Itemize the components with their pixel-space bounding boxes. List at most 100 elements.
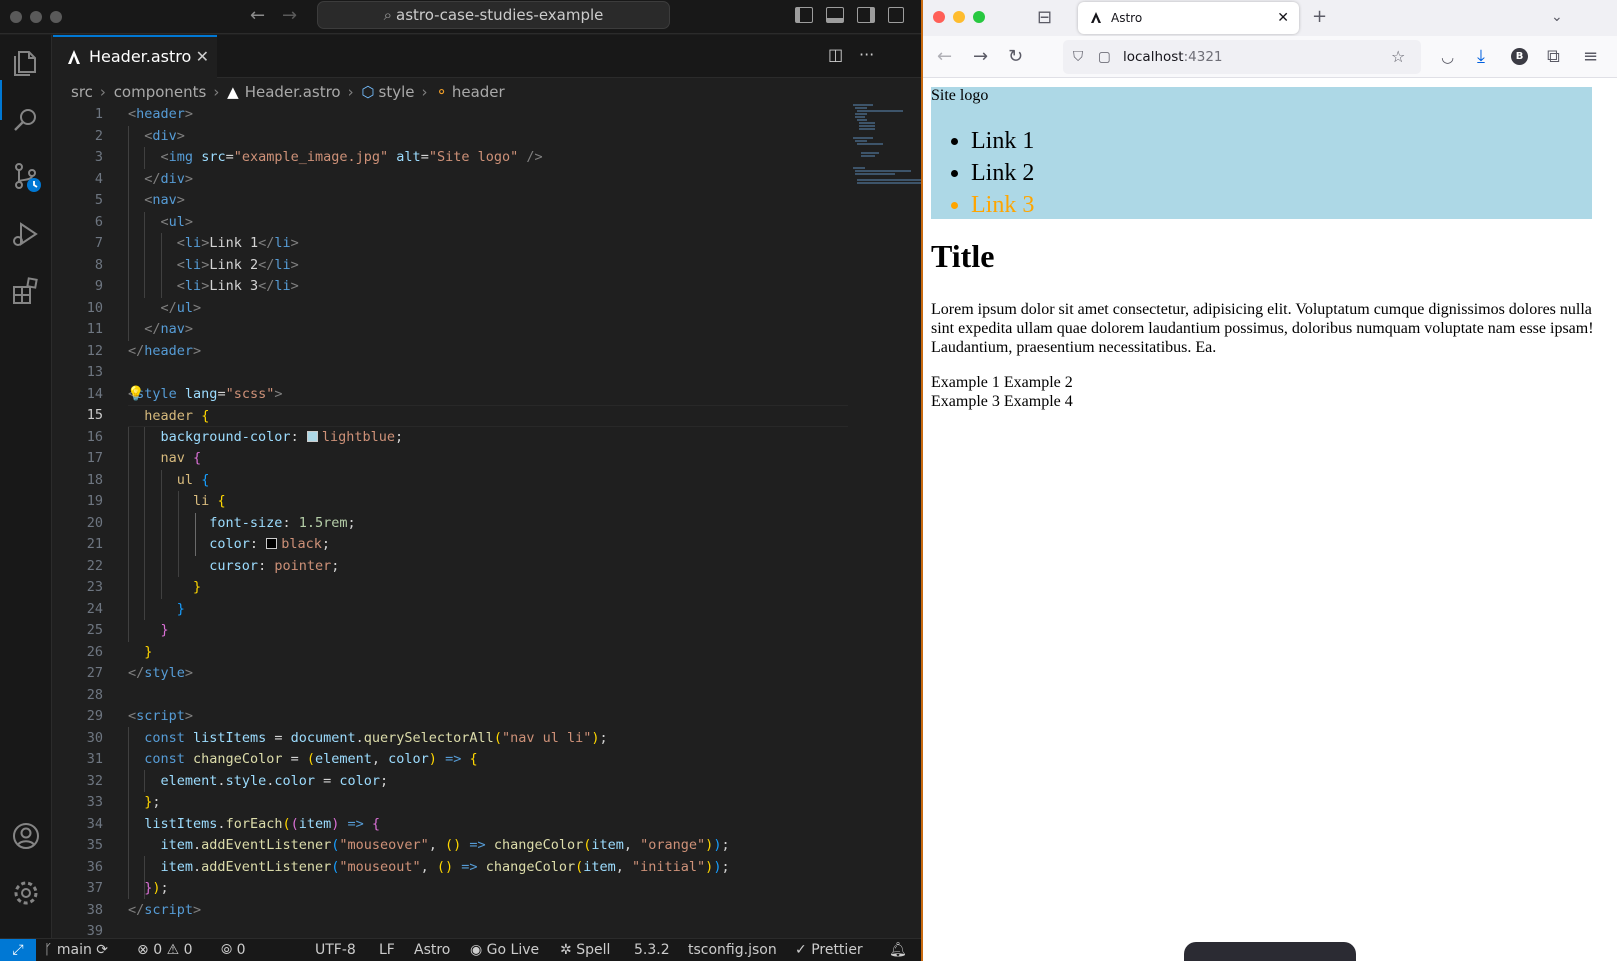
prettier-status[interactable]: ✓ Prettier — [795, 939, 863, 961]
encoding-status[interactable]: UTF-8 — [315, 939, 356, 961]
list-all-tabs-chevron-icon[interactable]: ⌄ — [1551, 7, 1563, 27]
code-line: <nav> — [144, 192, 185, 208]
line-number: 1 — [94, 106, 103, 122]
branch-status[interactable]: ᚴ main ⟳ — [44, 939, 108, 961]
window-close-dot[interactable] — [10, 11, 22, 23]
spell-status[interactable]: ✲ Spell — [560, 939, 610, 961]
search-icon[interactable] — [10, 104, 42, 136]
tracking-protection-shield-icon[interactable]: ⛉ — [1073, 40, 1083, 74]
code-editor[interactable]: 1 2 3 4 5 6 7 8 9 10 11 12 13 14 15 16 17 18 19 20 21 22 23 24 2… — [53, 104, 921, 938]
nav-link-2[interactable]: Link 2 — [971, 157, 1034, 189]
command-center-search[interactable]: ⌕ astro-case-studies-example — [317, 1, 670, 29]
window-minimize-dot[interactable] — [953, 11, 965, 23]
pocket-icon[interactable]: ◡ — [1441, 47, 1454, 67]
back-arrow-icon[interactable]: ← — [250, 6, 265, 26]
forward-arrow-icon[interactable]: → — [973, 47, 988, 67]
toggle-secondary-sidebar-icon[interactable] — [857, 7, 875, 23]
breadcrumb-src[interactable]: src — [71, 83, 93, 101]
code-line: element.style.color = color; — [160, 772, 389, 789]
browser-tab-title: Astro — [1111, 11, 1143, 25]
typescript-version[interactable]: 5.3.2 — [634, 939, 670, 961]
toggle-panel-icon[interactable] — [826, 7, 844, 23]
tsconfig-status[interactable]: tsconfig.json — [688, 939, 777, 961]
bookmark-star-icon[interactable]: ☆ — [1391, 40, 1405, 74]
url-port: :4321 — [1183, 49, 1223, 65]
source-control-icon[interactable] — [10, 161, 42, 193]
breadcrumb-components[interactable]: components — [114, 83, 207, 101]
window-close-dot[interactable] — [933, 11, 945, 23]
split-editor-icon[interactable]: ◫ — [828, 45, 843, 64]
color-swatch-black[interactable] — [266, 538, 278, 549]
forward-arrow-icon[interactable]: → — [282, 6, 297, 26]
code-line: }); — [144, 880, 169, 896]
window-minimize-dot[interactable] — [30, 11, 42, 23]
language-mode[interactable]: Astro — [414, 939, 450, 961]
downloads-icon[interactable]: ⤓ — [1477, 47, 1485, 67]
tab-label: Header.astro — [89, 47, 192, 66]
spell-check-icon: ✲ — [560, 942, 577, 958]
sync-icon: ⟳ — [96, 942, 109, 958]
page-info-icon[interactable]: ▢ — [1098, 40, 1111, 74]
tab-close-icon[interactable]: ✕ — [196, 37, 209, 77]
line-number: 35 — [86, 837, 103, 853]
nav-link-1[interactable]: Link 1 — [971, 125, 1034, 157]
back-arrow-icon[interactable]: ← — [937, 47, 952, 67]
tab-close-icon[interactable]: ✕ — [1277, 2, 1289, 34]
astro-file-icon: ▲ — [227, 83, 239, 101]
code-line: </div> — [144, 170, 194, 187]
customize-layout-icon[interactable] — [888, 7, 904, 23]
settings-gear-icon[interactable] — [10, 877, 42, 909]
window-zoom-dot[interactable] — [50, 11, 62, 23]
line-number: 15 — [86, 407, 103, 423]
code-line: nav { — [160, 450, 202, 466]
code-line: } — [193, 579, 202, 595]
nav-link-3[interactable]: Link 3 — [971, 189, 1034, 221]
chevron-right-icon: › — [421, 83, 428, 101]
explorer-files-icon[interactable] — [10, 47, 42, 79]
new-tab-plus-icon[interactable]: + — [1312, 7, 1327, 27]
ports-status[interactable]: ⦾ 0 — [221, 939, 246, 961]
code-line: background-color: lightblue; — [160, 428, 404, 445]
eol-status[interactable]: LF — [379, 939, 395, 961]
code-line: <header> — [128, 106, 194, 122]
breadcrumb-file[interactable]: Header.astro — [245, 83, 341, 101]
line-number: 27 — [86, 665, 103, 681]
accounts-icon[interactable] — [10, 820, 42, 852]
code-line: }; — [144, 794, 161, 810]
line-number: 5 — [94, 192, 103, 208]
browser-tab-astro[interactable]: Astro ✕ — [1078, 2, 1299, 34]
astro-favicon-icon — [1091, 12, 1101, 23]
more-actions-icon[interactable]: ··· — [859, 45, 874, 64]
window-zoom-dot[interactable] — [973, 11, 985, 23]
extensions-icon[interactable] — [10, 275, 42, 307]
code-line: li { — [193, 493, 226, 509]
breadcrumb-style[interactable]: style — [379, 83, 415, 101]
reload-icon[interactable]: ↻ — [1008, 47, 1023, 67]
minimap[interactable] — [853, 104, 921, 184]
notifications-bell-icon[interactable]: 🔔︎ — [889, 939, 907, 961]
color-swatch-lightblue[interactable] — [306, 430, 318, 442]
line-number: 22 — [86, 557, 103, 574]
line-number: 13 — [86, 364, 103, 380]
firefox-view-icon[interactable]: ⊟ — [1037, 8, 1052, 28]
go-live-button[interactable]: ◉ Go Live — [470, 939, 539, 961]
extensions-puzzle-icon[interactable]: ⧉ — [1547, 47, 1560, 67]
line-number: 28 — [86, 686, 103, 703]
menu-hamburger-icon[interactable]: ≡ — [1583, 47, 1598, 67]
code-line: } — [144, 643, 153, 660]
profile-avatar[interactable]: B — [1511, 48, 1528, 65]
problems-status[interactable]: ⊗ 0 ⚠ 0 — [137, 939, 193, 961]
devtools-toolbar-peek[interactable] — [1184, 942, 1356, 961]
toggle-primary-sidebar-icon[interactable] — [795, 7, 813, 23]
tab-header-astro[interactable]: Header.astro ✕ — [53, 35, 217, 78]
remote-indicator-icon[interactable]: ⤢ — [0, 939, 36, 961]
url-bar[interactable]: ⛉ ▢ localhost:4321 ☆ — [1063, 40, 1421, 74]
run-and-debug-icon[interactable] — [10, 218, 42, 250]
lightbulb-icon[interactable]: 💡 — [127, 384, 144, 406]
code-lines[interactable]: <header> <div> <img src="example_image.j… — [127, 104, 848, 938]
code-line: } — [160, 622, 169, 638]
status-bar: ⤢ ᚴ main ⟳ ⊗ 0 ⚠ 0 ⦾ 0 UTF-8 LF Astro ◉ … — [0, 938, 921, 961]
breadcrumb-header[interactable]: header — [452, 83, 505, 101]
